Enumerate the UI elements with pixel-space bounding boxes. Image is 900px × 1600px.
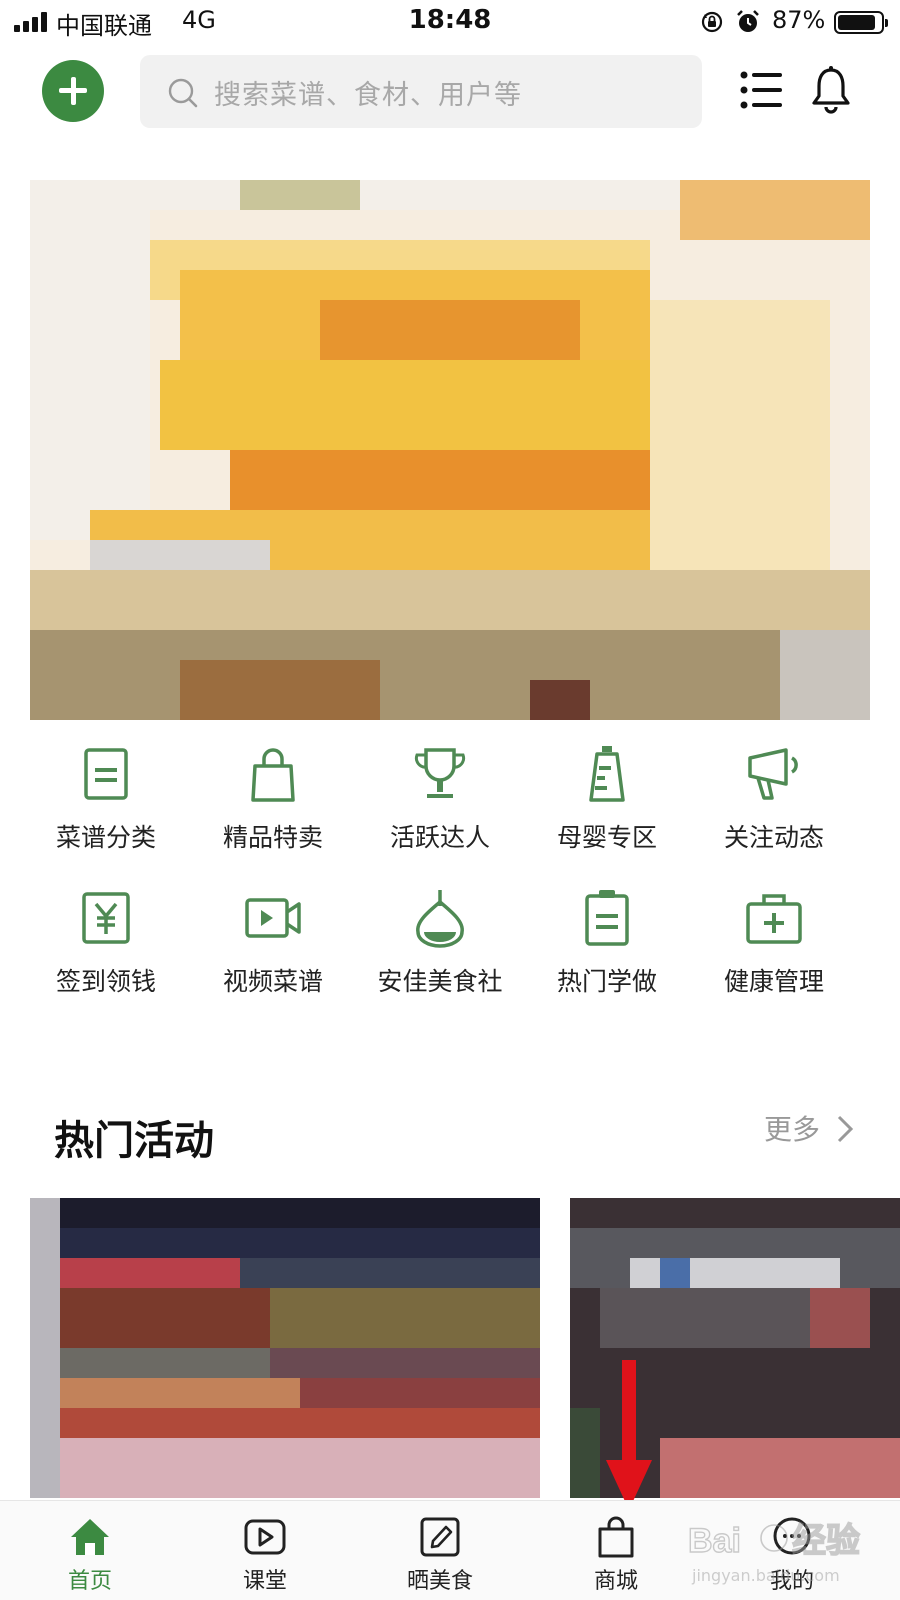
tab-label: 晒美食 [406, 1569, 473, 1594]
chevron-right-icon [837, 1115, 854, 1143]
banner-carousel[interactable] [30, 180, 870, 720]
feature-label: 热门学做 [556, 967, 657, 996]
shopping-bag-icon [598, 1516, 634, 1558]
feature-label: 活跃达人 [389, 823, 490, 852]
bell-icon[interactable] [811, 66, 851, 114]
recipe-category-icon [84, 748, 128, 800]
search-icon [168, 78, 198, 108]
home-icon [71, 1519, 109, 1555]
tab-mall[interactable]: 商城 [526, 1501, 706, 1600]
feature-active-experts[interactable]: 活跃达人 [354, 744, 526, 874]
feature-health-management[interactable]: 健康管理 [688, 888, 860, 1018]
search-placeholder: 搜索菜谱、食材、用户等 [214, 80, 522, 111]
feature-checkin-reward[interactable]: 签到领钱 [20, 888, 192, 1018]
feature-label: 菜谱分类 [55, 823, 156, 852]
search-input[interactable]: 搜索菜谱、食材、用户等 [140, 55, 702, 128]
tab-share-food[interactable]: 晒美食 [350, 1501, 530, 1600]
feature-label: 精品特卖 [222, 823, 323, 852]
feature-follow-updates[interactable]: 关注动态 [688, 744, 860, 874]
cream-drop-icon [416, 890, 464, 948]
feature-label: 关注动态 [723, 823, 824, 852]
status-time: 18:48 [408, 5, 492, 35]
activity-image [30, 1198, 540, 1498]
rotation-lock-icon [701, 11, 723, 33]
trophy-icon [414, 748, 466, 798]
medical-kit-icon [746, 894, 802, 944]
clipboard-icon [585, 890, 629, 946]
feature-label: 签到领钱 [55, 967, 156, 996]
megaphone-icon [748, 748, 798, 800]
svg-text:Bai: Bai [688, 1522, 741, 1560]
more-label: 更多 [764, 1113, 821, 1146]
yen-icon [82, 892, 130, 944]
add-button[interactable] [42, 60, 104, 122]
status-bar: 中国联通 4G 18:48 87% [0, 0, 900, 46]
play-icon [244, 1519, 286, 1555]
feature-label: 健康管理 [723, 967, 824, 996]
baby-bottle-icon [589, 746, 625, 802]
baidu-watermark: Bai 经验 jingyan.baidu.com [687, 1512, 888, 1592]
section-title: 热门活动 [54, 1118, 214, 1164]
feature-recipe-category[interactable]: 菜谱分类 [20, 744, 192, 874]
battery-percent: 87% [772, 6, 826, 34]
baidu-logo: Bai 经验 [687, 1520, 860, 1560]
tab-label: 商城 [593, 1569, 638, 1594]
svg-text:经验: 经验 [792, 1521, 860, 1560]
list-icon[interactable] [740, 70, 782, 110]
feature-label: 视频菜谱 [222, 967, 323, 996]
feature-video-recipes[interactable]: 视频菜谱 [187, 888, 359, 1018]
alarm-icon [737, 10, 759, 32]
tab-label: 首页 [67, 1569, 112, 1594]
feature-anchor-club[interactable]: 安佳美食社 [354, 888, 526, 1018]
feature-popular-learning[interactable]: 热门学做 [521, 888, 693, 1018]
red-arrow-annotation [606, 1360, 652, 1510]
video-camera-icon [245, 898, 301, 938]
battery-icon [834, 11, 888, 34]
tab-classroom[interactable]: 课堂 [175, 1501, 355, 1600]
feature-label: 母婴专区 [556, 823, 657, 852]
shopping-bag-icon [251, 748, 295, 802]
banner-image [30, 180, 870, 720]
tab-home[interactable]: 首页 [0, 1501, 180, 1600]
feature-label: 安佳美食社 [377, 967, 503, 996]
activity-card[interactable] [30, 1198, 540, 1498]
more-link[interactable]: 更多 [764, 1108, 854, 1148]
watermark-text: jingyan.baidu.com [692, 1566, 840, 1585]
feature-premium-sale[interactable]: 精品特卖 [187, 744, 359, 874]
edit-icon [420, 1517, 460, 1557]
tab-label: 课堂 [242, 1569, 287, 1594]
feature-mother-baby[interactable]: 母婴专区 [521, 744, 693, 874]
